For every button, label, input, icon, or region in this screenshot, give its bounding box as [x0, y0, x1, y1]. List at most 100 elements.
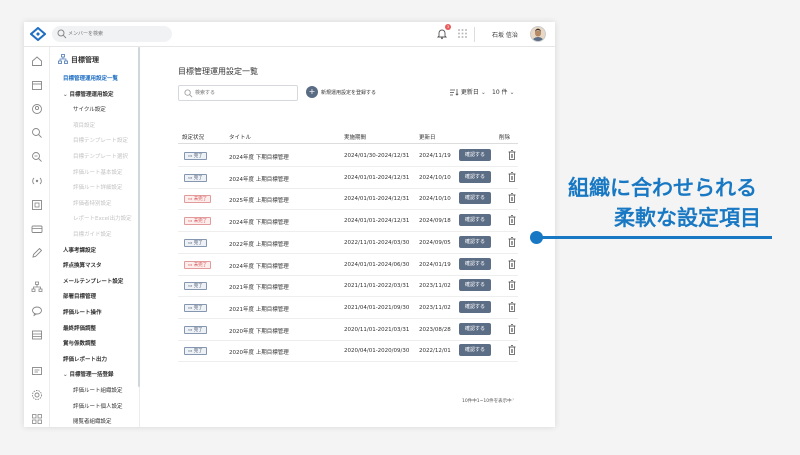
- add-setting-label[interactable]: 新規運用設定を登録する: [321, 89, 376, 96]
- sidebar-item[interactable]: 目標管理運用設定一覧: [63, 74, 118, 82]
- zoom-icon[interactable]: [31, 151, 43, 163]
- row-title: 2024年度 下期目標管理: [229, 263, 289, 270]
- app-logo-icon[interactable]: [30, 27, 46, 41]
- trash-icon[interactable]: [508, 345, 516, 356]
- hierarchy-icon[interactable]: [31, 281, 43, 293]
- sidebar-item: レポートExcel出力設定: [73, 216, 132, 223]
- sidebar-item[interactable]: サイクル設定: [73, 105, 106, 113]
- table-row: ▭ 未完了 2024年度 下期目標管理 2024/01/01-2024/06/30 2…: [178, 254, 518, 276]
- sort-dropdown[interactable]: 更新日 ⌄: [450, 87, 486, 96]
- callout-connector-line: [536, 236, 772, 239]
- app-window: 3 石坂 信治: [24, 22, 555, 427]
- sidebar-item[interactable]: 評価ルート組織設定: [73, 386, 123, 394]
- trash-icon[interactable]: [508, 301, 516, 312]
- table-row: ▭ 未完了 2025年度 上期目標管理 2024/01/01-2024/12/31 2…: [178, 188, 518, 211]
- row-period: 2024/01/01-2024/12/31: [344, 174, 410, 181]
- sidebar-item[interactable]: ⌄ 目標管理一括登録: [63, 370, 114, 378]
- chevron-down-icon: ⌄: [480, 89, 486, 96]
- user-name[interactable]: 石坂 信治: [492, 30, 518, 39]
- confirm-button[interactable]: 確認する: [459, 235, 491, 248]
- add-setting-button[interactable]: +: [306, 86, 318, 98]
- member-search[interactable]: [52, 26, 172, 42]
- card-icon[interactable]: [31, 223, 43, 235]
- sidebar-item: 評価者特別設定: [73, 200, 112, 207]
- org-chart-icon[interactable]: [31, 199, 43, 211]
- sidebar-section-label: 目標管理一括登録: [69, 372, 114, 379]
- sidebar-item[interactable]: 人事考課設定: [63, 246, 96, 254]
- status-badge: ▭ 完了: [184, 238, 207, 247]
- confirm-button[interactable]: 確認する: [459, 149, 491, 161]
- avatar[interactable]: [530, 26, 546, 42]
- confirm-button[interactable]: 確認する: [459, 344, 491, 357]
- app-grid-icon[interactable]: [457, 28, 468, 39]
- row-updated: 2024/10/10: [419, 196, 451, 203]
- trash-icon[interactable]: [508, 193, 516, 204]
- trash-icon[interactable]: [508, 258, 516, 269]
- per-page-dropdown[interactable]: 10 件 ⌄: [492, 87, 515, 96]
- sidebar-item[interactable]: 評点換算マスタ: [63, 261, 102, 269]
- row-updated: 2024/09/05: [419, 239, 451, 246]
- top-bar: 3 石坂 信治: [24, 22, 555, 47]
- trash-icon[interactable]: [508, 171, 516, 182]
- table-row: ▭ 完了 2020年度 下期目標管理 2020/11/01-2021/03/31 20…: [178, 319, 518, 341]
- home-icon[interactable]: [31, 55, 43, 67]
- status-badge: ▭ 未完了: [184, 260, 212, 269]
- confirm-button[interactable]: 確認する: [459, 214, 491, 227]
- confirm-button[interactable]: 確認する: [459, 170, 491, 183]
- confirm-button[interactable]: 確認する: [459, 192, 491, 205]
- pagination-next-button[interactable]: ›: [512, 396, 514, 403]
- calendar-icon[interactable]: [31, 79, 43, 91]
- sidebar-item[interactable]: 部署目標管理: [63, 292, 96, 300]
- trash-icon[interactable]: [508, 150, 516, 160]
- sidebar-item[interactable]: 評価ルート操作: [63, 308, 102, 316]
- row-title: 2020年度 上期目標管理: [229, 350, 289, 357]
- broadcast-icon[interactable]: [31, 175, 43, 187]
- settings-icon[interactable]: [31, 389, 43, 401]
- sort-label: 更新日: [460, 89, 479, 96]
- row-updated: 2023/08/28: [419, 326, 451, 333]
- trash-icon[interactable]: [508, 215, 516, 225]
- table-icon[interactable]: [31, 329, 43, 341]
- icon-rail: [24, 47, 50, 427]
- chat-icon[interactable]: [31, 305, 43, 317]
- sidebar: 目標管理 目標管理運用設定一覧 ⌄ 目標管理運用設定 サイクル設定 項目設定 目標テンプ…: [50, 47, 140, 427]
- pagination-prev-button[interactable]: ‹: [496, 396, 498, 403]
- sidebar-item: 評価ルート基本設定: [73, 169, 123, 176]
- confirm-button[interactable]: 確認する: [459, 322, 491, 335]
- status-badge: ▭ 完了: [184, 347, 207, 356]
- trash-icon[interactable]: [508, 280, 516, 291]
- sidebar-title: 目標管理: [71, 56, 99, 64]
- sidebar-item[interactable]: 賞与係数調整: [63, 339, 96, 347]
- edit-icon[interactable]: [31, 247, 43, 259]
- member-search-input[interactable]: [68, 26, 168, 42]
- callout-heading-line2: 柔軟な設定項目: [614, 206, 761, 230]
- row-title: 2025年度 上期目標管理: [229, 198, 289, 205]
- row-period: 2020/11/01-2021/03/31: [344, 326, 410, 333]
- row-updated: 2024/09/18: [419, 218, 451, 225]
- column-header-updated: 更新日: [419, 135, 436, 141]
- sidebar-item[interactable]: ⌄ 目標管理運用設定: [63, 90, 114, 98]
- confirm-button[interactable]: 確認する: [459, 279, 491, 292]
- table-search[interactable]: [178, 85, 298, 101]
- confirm-button[interactable]: 確認する: [459, 257, 491, 270]
- apps-icon[interactable]: [31, 413, 43, 425]
- sidebar-item[interactable]: 閲覧者組織設定: [73, 417, 112, 425]
- confirm-button[interactable]: 確認する: [459, 300, 491, 313]
- message-icon[interactable]: [31, 365, 43, 377]
- sidebar-item[interactable]: 評価レポート出力: [63, 355, 107, 363]
- sidebar-item[interactable]: 評価ルート個人設定: [73, 402, 123, 410]
- sidebar-item[interactable]: 最終評価調整: [63, 324, 96, 332]
- status-badge: ▭ 完了: [184, 325, 207, 334]
- trash-icon[interactable]: [508, 323, 516, 334]
- table-search-input[interactable]: [195, 87, 295, 99]
- status-text: 完了: [193, 349, 203, 355]
- sidebar-item: 評価ルート詳細設定: [73, 185, 123, 192]
- user-circle-icon[interactable]: [31, 103, 43, 115]
- sidebar-item: 目標ガイド設定: [73, 232, 112, 238]
- status-text: 未完了: [193, 262, 208, 268]
- status-text: 未完了: [193, 219, 208, 225]
- status-badge: ▭ 完了: [184, 282, 207, 291]
- user-search-icon[interactable]: [31, 127, 43, 139]
- trash-icon[interactable]: [508, 236, 516, 247]
- sidebar-item[interactable]: メールテンプレート設定: [63, 277, 123, 285]
